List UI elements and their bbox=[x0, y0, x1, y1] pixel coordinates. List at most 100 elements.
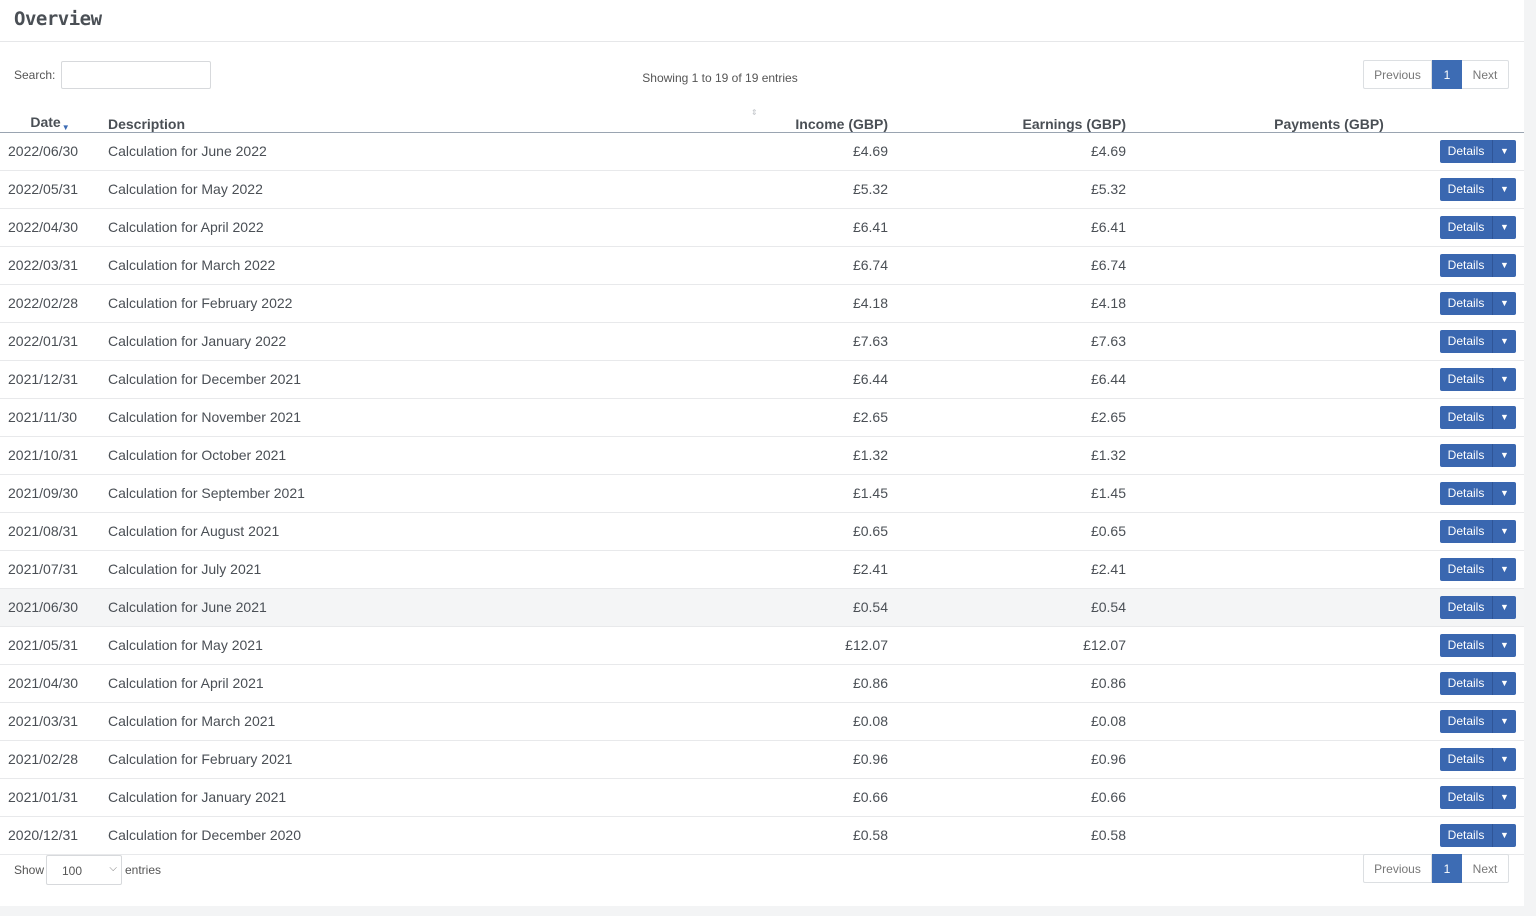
row-date: 2022/04/30 bbox=[0, 208, 100, 247]
row-description: Calculation for May 2022 bbox=[100, 170, 660, 209]
details-button[interactable]: Details bbox=[1440, 785, 1492, 809]
details-button[interactable]: Details bbox=[1440, 481, 1492, 505]
column-header-income[interactable]: Income (GBP) bbox=[660, 98, 896, 133]
row-payments: Details ▼ bbox=[1134, 398, 1524, 437]
caret-down-icon[interactable]: ▼ bbox=[1492, 785, 1516, 809]
row-payments: Details ▼ bbox=[1134, 588, 1524, 627]
row-payments: Details ▼ bbox=[1134, 322, 1524, 361]
row-income: £6.74 bbox=[660, 246, 896, 285]
row-earnings: £4.18 bbox=[896, 284, 1134, 323]
row-description: Calculation for May 2021 bbox=[100, 626, 660, 665]
column-header-date[interactable]: Date▼ bbox=[0, 98, 100, 133]
row-payments: Details ▼ bbox=[1134, 740, 1524, 779]
table-row: 2022/03/31 Calculation for March 2022 £6.7… bbox=[0, 246, 1524, 285]
row-payments: Details ▼ bbox=[1134, 626, 1524, 665]
row-income: £0.58 bbox=[660, 816, 896, 855]
row-description: Calculation for September 2021 bbox=[100, 474, 660, 513]
caret-down-icon[interactable]: ▼ bbox=[1492, 709, 1516, 733]
row-earnings: £0.58 bbox=[896, 816, 1134, 855]
details-button[interactable]: Details bbox=[1440, 595, 1492, 619]
caret-down-icon[interactable]: ▼ bbox=[1492, 367, 1516, 391]
details-button[interactable]: Details bbox=[1440, 405, 1492, 429]
details-button[interactable]: Details bbox=[1440, 823, 1492, 847]
caret-down-icon[interactable]: ▼ bbox=[1492, 291, 1516, 315]
table-row: 2022/04/30 Calculation for April 2022 £6.4… bbox=[0, 208, 1524, 247]
details-button-group: Details ▼ bbox=[1440, 253, 1516, 277]
caret-down-icon[interactable]: ▼ bbox=[1492, 519, 1516, 543]
caret-down-icon[interactable]: ▼ bbox=[1492, 329, 1516, 353]
details-button[interactable]: Details bbox=[1440, 139, 1492, 163]
row-earnings: £1.32 bbox=[896, 436, 1134, 475]
caret-down-icon[interactable]: ▼ bbox=[1492, 443, 1516, 467]
details-button-group: Details ▼ bbox=[1440, 671, 1516, 695]
caret-down-icon[interactable]: ▼ bbox=[1492, 595, 1516, 619]
row-income: £1.32 bbox=[660, 436, 896, 475]
column-header-payments[interactable]: Payments (GBP) bbox=[1134, 98, 1524, 133]
caret-down-icon[interactable]: ▼ bbox=[1492, 557, 1516, 581]
caret-down-icon[interactable]: ▼ bbox=[1492, 671, 1516, 695]
caret-down-icon[interactable]: ▼ bbox=[1492, 633, 1516, 657]
details-button[interactable]: Details bbox=[1440, 215, 1492, 239]
row-description: Calculation for February 2021 bbox=[100, 740, 660, 779]
row-income: £4.69 bbox=[660, 132, 896, 171]
next-page-button[interactable]: Next bbox=[1462, 60, 1509, 89]
details-button[interactable]: Details bbox=[1440, 633, 1492, 657]
details-button[interactable]: Details bbox=[1440, 329, 1492, 353]
row-payments: Details ▼ bbox=[1134, 132, 1524, 171]
row-payments: Details ▼ bbox=[1134, 284, 1524, 323]
caret-down-icon[interactable]: ▼ bbox=[1492, 405, 1516, 429]
previous-page-button[interactable]: Previous bbox=[1363, 60, 1432, 89]
row-earnings: £5.32 bbox=[896, 170, 1134, 209]
row-date: 2021/01/31 bbox=[0, 778, 100, 817]
details-button[interactable]: Details bbox=[1440, 709, 1492, 733]
row-earnings: £6.74 bbox=[896, 246, 1134, 285]
row-payments: Details ▼ bbox=[1134, 778, 1524, 817]
caret-down-icon[interactable]: ▼ bbox=[1492, 823, 1516, 847]
page-1-button[interactable]: 1 bbox=[1432, 60, 1462, 89]
details-button[interactable]: Details bbox=[1440, 671, 1492, 695]
page-length-value: 100 bbox=[62, 864, 83, 878]
caret-down-icon[interactable]: ▼ bbox=[1492, 253, 1516, 277]
sort-both-icon: ⇕ bbox=[751, 108, 758, 117]
row-earnings: £0.65 bbox=[896, 512, 1134, 551]
row-date: 2021/09/30 bbox=[0, 474, 100, 513]
table-body: 2022/06/30 Calculation for June 2022 £4.69… bbox=[0, 132, 1524, 855]
column-header-description[interactable]: Description ⇕ bbox=[100, 98, 758, 133]
page-1-button[interactable]: 1 bbox=[1432, 854, 1462, 883]
details-button[interactable]: Details bbox=[1440, 519, 1492, 543]
details-button-group: Details ▼ bbox=[1440, 215, 1516, 239]
row-date: 2021/11/30 bbox=[0, 398, 100, 437]
row-income: £12.07 bbox=[660, 626, 896, 665]
caret-down-icon[interactable]: ▼ bbox=[1492, 177, 1516, 201]
column-header-earnings[interactable]: Earnings (GBP) bbox=[896, 98, 1134, 133]
next-page-button[interactable]: Next bbox=[1462, 854, 1509, 883]
row-date: 2021/03/31 bbox=[0, 702, 100, 741]
row-payments: Details ▼ bbox=[1134, 436, 1524, 475]
column-header-date-label: Date bbox=[30, 113, 61, 130]
caret-down-icon[interactable]: ▼ bbox=[1492, 481, 1516, 505]
table-row: 2022/01/31 Calculation for January 2022 £7… bbox=[0, 322, 1524, 361]
search-input[interactable] bbox=[61, 61, 211, 89]
details-button[interactable]: Details bbox=[1440, 177, 1492, 201]
table-row: 2022/02/28 Calculation for February 2022 £… bbox=[0, 284, 1524, 323]
caret-down-icon[interactable]: ▼ bbox=[1492, 139, 1516, 163]
page-length-select[interactable]: 100 ⌵ bbox=[46, 855, 122, 885]
title-divider bbox=[0, 41, 1524, 42]
table-row: 2021/04/30 Calculation for April 2021 £0.8… bbox=[0, 664, 1524, 703]
row-payments: Details ▼ bbox=[1134, 702, 1524, 741]
row-description: Calculation for March 2022 bbox=[100, 246, 660, 285]
caret-down-icon[interactable]: ▼ bbox=[1492, 747, 1516, 771]
details-button[interactable]: Details bbox=[1440, 367, 1492, 391]
previous-page-button[interactable]: Previous bbox=[1363, 854, 1432, 883]
details-button[interactable]: Details bbox=[1440, 291, 1492, 315]
details-button-group: Details ▼ bbox=[1440, 405, 1516, 429]
details-button[interactable]: Details bbox=[1440, 443, 1492, 467]
row-date: 2021/07/31 bbox=[0, 550, 100, 589]
table-row: 2021/08/31 Calculation for August 2021 £0.… bbox=[0, 512, 1524, 551]
details-button-group: Details ▼ bbox=[1440, 595, 1516, 619]
caret-down-icon[interactable]: ▼ bbox=[1492, 215, 1516, 239]
details-button-group: Details ▼ bbox=[1440, 177, 1516, 201]
details-button[interactable]: Details bbox=[1440, 253, 1492, 277]
details-button[interactable]: Details bbox=[1440, 557, 1492, 581]
details-button[interactable]: Details bbox=[1440, 747, 1492, 771]
